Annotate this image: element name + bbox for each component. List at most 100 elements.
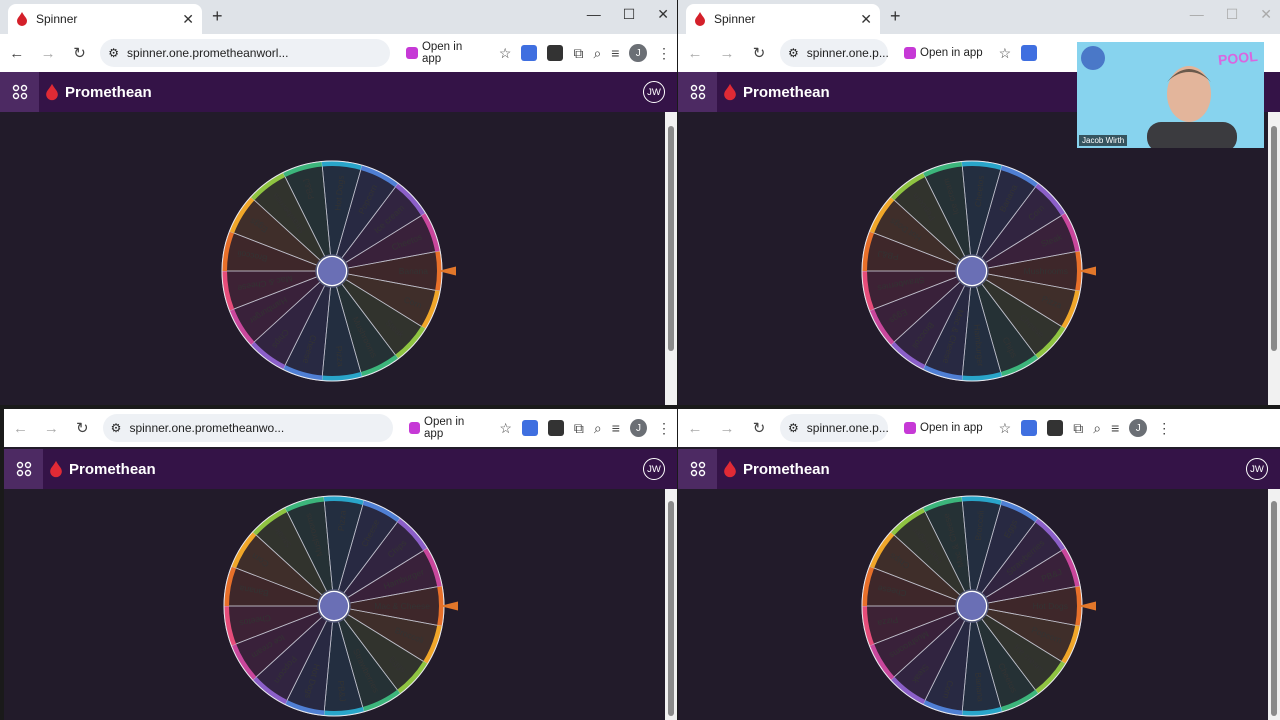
- tab-title: Spinner: [714, 12, 756, 26]
- forward-icon[interactable]: →: [716, 45, 738, 62]
- spinner-canvas: Banana Corn Steak Mushrooms Pizza Cheese Chips…: [0, 112, 677, 405]
- extension-grid-icon[interactable]: [1021, 420, 1038, 436]
- apps-grid-icon[interactable]: [0, 72, 39, 112]
- spin-hub-button[interactable]: [958, 592, 986, 620]
- menu-kebab-icon[interactable]: ⋮: [1157, 420, 1171, 437]
- tab-strip: Spinner ✕ + — ☐ ✕: [0, 0, 677, 34]
- profile-avatar[interactable]: J: [1129, 419, 1148, 437]
- wheel-segment-label: Hot Dogs: [1033, 601, 1068, 611]
- extension-grid-icon[interactable]: [1021, 45, 1038, 61]
- scrollbar[interactable]: [665, 112, 677, 405]
- browser-tab[interactable]: Spinner ✕: [8, 4, 202, 34]
- extension-dots-icon[interactable]: [547, 45, 564, 61]
- open-in-app-button[interactable]: Open in app: [402, 414, 490, 442]
- back-icon[interactable]: ←: [10, 420, 31, 437]
- bookmark-star-icon[interactable]: ☆: [499, 420, 512, 437]
- user-avatar[interactable]: JW: [1246, 458, 1268, 480]
- back-icon[interactable]: ←: [684, 45, 706, 62]
- new-tab-icon[interactable]: +: [890, 6, 901, 27]
- promethean-logo[interactable]: Promethean: [723, 83, 830, 101]
- extension-dots-icon[interactable]: [1047, 420, 1064, 436]
- close-window-icon[interactable]: ✕: [657, 6, 669, 23]
- open-in-app-label: Open in app: [920, 422, 983, 434]
- brand-name: Promethean: [69, 460, 156, 478]
- promethean-app-bar: Promethean JW: [678, 449, 1280, 489]
- back-icon[interactable]: ←: [6, 45, 27, 62]
- browser-toolbar: ← → ↻ ⚙ spinner.one.prometheanwo... Open…: [4, 409, 677, 447]
- reload-icon[interactable]: ↻: [748, 419, 770, 437]
- extensions-puzzle-icon[interactable]: ⧉: [573, 45, 583, 62]
- reload-icon[interactable]: ↻: [69, 44, 90, 62]
- promethean-logo[interactable]: Promethean: [45, 83, 152, 101]
- address-bar[interactable]: ⚙ spinner.one.p...: [780, 414, 889, 442]
- open-in-app-button[interactable]: Open in app: [400, 39, 489, 67]
- tab-search-icon[interactable]: ⌕: [1093, 420, 1101, 437]
- promethean-logo[interactable]: Promethean: [49, 460, 156, 478]
- bookmark-star-icon[interactable]: ☆: [999, 420, 1012, 437]
- promethean-logo[interactable]: Promethean: [723, 460, 830, 478]
- tab-search-icon[interactable]: ⌕: [594, 420, 602, 437]
- bookmark-star-icon[interactable]: ☆: [999, 45, 1012, 62]
- spinner-wheel[interactable]: Hot DogsPopcornIce creamCheetosBananaCor…: [860, 494, 1096, 718]
- site-info-icon[interactable]: ⚙: [111, 421, 122, 435]
- close-window-icon[interactable]: ✕: [1260, 6, 1272, 23]
- promethean-favicon-icon: [695, 12, 705, 26]
- media-controls-icon[interactable]: ≡: [1111, 420, 1119, 436]
- menu-kebab-icon[interactable]: ⋮: [657, 45, 671, 62]
- scrollbar[interactable]: [1268, 112, 1280, 405]
- maximize-icon[interactable]: ☐: [623, 6, 636, 23]
- site-info-icon[interactable]: ⚙: [788, 46, 799, 60]
- address-bar[interactable]: ⚙ spinner.one.prometheanworl...: [100, 39, 391, 67]
- user-avatar[interactable]: JW: [643, 81, 665, 103]
- user-avatar[interactable]: JW: [643, 458, 665, 480]
- profile-avatar[interactable]: J: [629, 419, 648, 437]
- spinner-wheel[interactable]: MushroomsPizzaCheeseChipsHamburgerMac & …: [860, 159, 1096, 383]
- extension-grid-icon[interactable]: [521, 420, 538, 436]
- browser-window-bottom-left: ← → ↻ ⚙ spinner.one.prometheanwo... Open…: [4, 409, 677, 720]
- address-bar[interactable]: ⚙ spinner.one.p...: [780, 39, 889, 67]
- close-tab-icon[interactable]: ✕: [182, 11, 194, 28]
- menu-kebab-icon[interactable]: ⋮: [657, 420, 671, 437]
- window-controls: — ☐ ✕: [587, 6, 669, 23]
- back-icon[interactable]: ←: [684, 420, 706, 437]
- forward-icon[interactable]: →: [716, 420, 738, 437]
- open-in-app-button[interactable]: Open in app: [898, 420, 989, 436]
- media-controls-icon[interactable]: ≡: [611, 45, 619, 61]
- spinner-wheel[interactable]: BananaCornSteakMushroomsPizzaCheeseChips…: [220, 159, 456, 383]
- forward-icon[interactable]: →: [37, 45, 58, 62]
- profile-avatar[interactable]: J: [629, 44, 647, 62]
- site-info-icon[interactable]: ⚙: [108, 46, 119, 60]
- extension-grid-icon[interactable]: [521, 45, 538, 61]
- apps-grid-icon[interactable]: [4, 449, 43, 489]
- maximize-icon[interactable]: ☐: [1226, 6, 1239, 23]
- open-in-app-label: Open in app: [920, 47, 983, 59]
- media-controls-icon[interactable]: ≡: [612, 420, 620, 436]
- scrollbar[interactable]: [665, 489, 677, 720]
- promethean-app-bar: Promethean JW: [4, 449, 677, 489]
- bookmark-star-icon[interactable]: ☆: [499, 45, 512, 62]
- spin-hub-button[interactable]: [958, 257, 986, 285]
- extensions-puzzle-icon[interactable]: ⧉: [1073, 420, 1083, 437]
- reload-icon[interactable]: ↻: [72, 419, 93, 437]
- extension-dots-icon[interactable]: [547, 420, 564, 436]
- address-bar[interactable]: ⚙ spinner.one.prometheanwo...: [102, 414, 393, 442]
- forward-icon[interactable]: →: [41, 420, 62, 437]
- spinner-wheel[interactable]: Mac & CheeseBroccoliEggsStrawberriesPB&J…: [222, 494, 458, 718]
- new-tab-icon[interactable]: +: [212, 6, 223, 27]
- reload-icon[interactable]: ↻: [748, 44, 770, 62]
- app-icon: [904, 422, 916, 434]
- apps-grid-icon[interactable]: [678, 72, 717, 112]
- minimize-icon[interactable]: —: [587, 6, 601, 23]
- promethean-flame-icon: [50, 460, 62, 478]
- spin-hub-button[interactable]: [318, 257, 346, 285]
- tab-search-icon[interactable]: ⌕: [593, 45, 601, 62]
- extensions-puzzle-icon[interactable]: ⧉: [574, 420, 584, 437]
- minimize-icon[interactable]: —: [1190, 6, 1204, 23]
- spin-hub-button[interactable]: [320, 592, 348, 620]
- open-in-app-button[interactable]: Open in app: [898, 45, 989, 61]
- apps-grid-icon[interactable]: [678, 449, 717, 489]
- site-info-icon[interactable]: ⚙: [788, 421, 799, 435]
- browser-tab[interactable]: Spinner ✕: [686, 4, 880, 34]
- close-tab-icon[interactable]: ✕: [860, 11, 872, 28]
- scrollbar[interactable]: [1268, 489, 1280, 720]
